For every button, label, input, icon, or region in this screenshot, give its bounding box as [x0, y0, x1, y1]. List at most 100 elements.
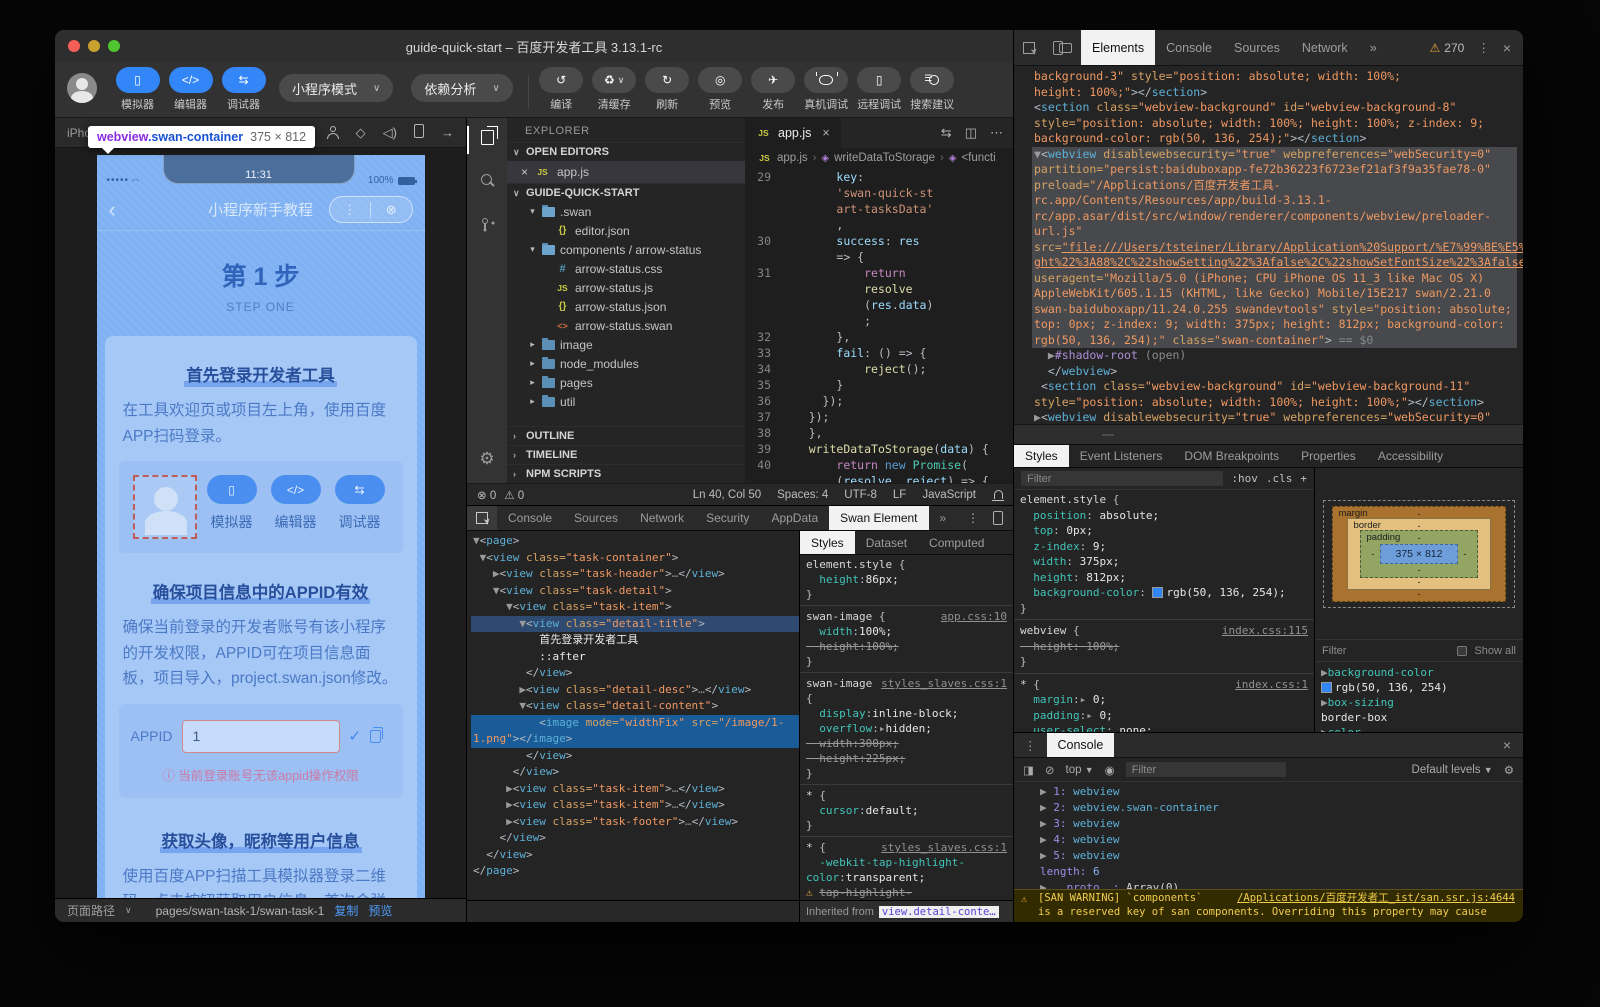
split-editor-icon[interactable]: ◫	[965, 125, 977, 141]
dom-node[interactable]: ▶#shadow-root (open)	[1032, 348, 1517, 364]
styles-tab[interactable]: Accessibility	[1367, 445, 1454, 467]
phone-tool-button[interactable]: </> 编辑器	[267, 475, 325, 532]
toolbar-view-button[interactable]: </> 编辑器	[164, 67, 217, 112]
toolbar-action-button[interactable]: 搜索建议	[906, 67, 959, 112]
style-line[interactable]: * {	[800, 784, 1013, 803]
dom-node[interactable]: ▼<webview disablewebsecurity="true" webp…	[1032, 147, 1517, 349]
devtools-tab[interactable]: »	[1359, 30, 1388, 65]
toolbar-action-button[interactable]: ↺ 编译	[535, 67, 588, 112]
toolbar-action-button[interactable]: ▯ 远程调试	[853, 67, 906, 112]
dom-node[interactable]: ▶<view class="task-footer">…</view>	[471, 814, 799, 831]
devtools-tab[interactable]: Security	[695, 506, 760, 530]
chevron-down-icon[interactable]: ∨	[125, 905, 132, 916]
computed-property[interactable]: border-box	[1321, 710, 1517, 725]
styles-tab[interactable]: Computed	[918, 531, 995, 554]
file-tree-item[interactable]: arrow-status.css	[507, 259, 745, 278]
style-line[interactable]: }	[800, 587, 1013, 602]
more-menu-icon[interactable]: ⋮	[1477, 40, 1490, 55]
gear-icon[interactable]: ⚙	[467, 449, 507, 469]
dom-node[interactable]: ::after	[471, 649, 799, 666]
style-line[interactable]: position: absolute;	[1014, 508, 1314, 524]
stylesheet-link[interactable]: styles_slaves.css:1	[881, 840, 1007, 855]
console-entry[interactable]: ▶ 1: webview	[1040, 784, 1515, 800]
indentation[interactable]: Spaces: 4	[777, 489, 828, 501]
toolbar-action-button[interactable]: ♻∨ 清缓存	[588, 67, 641, 112]
devtools-tab[interactable]: Elements	[1081, 30, 1155, 65]
dom-node[interactable]: </view>	[471, 748, 799, 765]
style-line[interactable]: top: 0px;	[1014, 523, 1314, 539]
cube-3d-icon[interactable]: ◇	[356, 125, 366, 141]
warnings-badge[interactable]: ⚠270	[1430, 41, 1465, 55]
style-line[interactable]: height:86px;	[800, 572, 1013, 587]
encoding[interactable]: UTF-8	[844, 489, 877, 501]
devtools-tab[interactable]: Console	[1155, 30, 1223, 65]
file-tree-item[interactable]: arrow-status.swan	[507, 316, 745, 335]
inspect-element-icon[interactable]	[467, 506, 497, 530]
mode-dropdown[interactable]: 小程序模式 ∨	[279, 74, 393, 102]
dom-node[interactable]: ▶<view class="detail-desc">…</view>	[471, 682, 799, 699]
minimize-window-button[interactable]	[88, 40, 100, 52]
console-entry[interactable]: ▶ 5: webview	[1040, 848, 1515, 864]
dom-node[interactable]: </page>	[471, 863, 799, 880]
style-line[interactable]: z-index: 9;	[1014, 539, 1314, 555]
devtools-tab[interactable]: »	[929, 506, 958, 530]
errors-indicator[interactable]: ⊗ 0	[477, 488, 496, 502]
styles-tab[interactable]: Event Listeners	[1069, 445, 1174, 467]
device-toolbar-icon[interactable]	[1044, 30, 1081, 65]
style-line[interactable]: user-select: none;	[1014, 723, 1314, 732]
appid-input[interactable]: 1	[182, 720, 340, 753]
stylesheet-link[interactable]: index.css:1	[1235, 677, 1308, 693]
phone-screen[interactable]: ••••• ◠ 11:31 100% ‹ 小程序新手教程	[97, 155, 425, 898]
miniapp-capsule[interactable]: ⋮ ⊗	[329, 196, 413, 223]
sound-icon[interactable]: ◁)	[383, 125, 397, 141]
close-tab-icon[interactable]: ×	[822, 126, 829, 140]
cursor-position[interactable]: Ln 40, Col 50	[693, 489, 761, 501]
style-line[interactable]: ⚠ tap-highlight- color:transparent;	[800, 885, 1013, 900]
confirm-check-icon[interactable]: ✓	[349, 727, 362, 745]
dom-node[interactable]: ▼<view class="detail-title">	[471, 616, 799, 633]
style-line[interactable]: width:100%;	[800, 624, 1013, 639]
eol[interactable]: LF	[893, 489, 906, 501]
console-entry[interactable]: ▶ 3: webview	[1040, 816, 1515, 832]
console-tab[interactable]: Console	[1047, 733, 1115, 757]
dom-node[interactable]: ▶<view class="task-item">…</view>	[471, 797, 799, 814]
computed-property[interactable]: rgb(50, 136, 254)	[1321, 680, 1517, 695]
phone-tool-button[interactable]: ⇆ 调试器	[331, 475, 389, 532]
console-entry[interactable]: ▶ 4: webview	[1040, 832, 1515, 848]
swan-element-tree[interactable]: ▼<page> ▼<view class="task-container"> ▶…	[467, 531, 799, 900]
dom-node[interactable]: </webview>	[1032, 364, 1517, 380]
devtools-tab[interactable]: Network	[629, 506, 695, 530]
new-rule-button[interactable]: +	[1300, 472, 1307, 485]
devtools-tab[interactable]: AppData	[760, 506, 829, 530]
sidebar-section[interactable]: ›NPM SCRIPTS	[507, 464, 745, 483]
explorer-icon[interactable]	[467, 130, 507, 150]
more-actions-icon[interactable]: ⋯	[990, 125, 1003, 141]
breadcrumb-item[interactable]	[1102, 434, 1114, 436]
elements-markup[interactable]: background-3" style="position: absolute;…	[1014, 66, 1523, 424]
file-tree-item[interactable]: ▸ node_modules	[507, 354, 745, 373]
dom-node[interactable]: ▶<webview disablewebsecurity="true" webp…	[1032, 410, 1517, 424]
stylesheet-link[interactable]: index.css:115	[1222, 623, 1308, 639]
style-line[interactable]: height:225px;	[800, 751, 1013, 766]
toolbar-action-button[interactable]: 真机调试	[800, 67, 853, 112]
style-line[interactable]: width:300px;	[800, 736, 1013, 751]
code-viewport[interactable]: 29 key: 'swan-quick-st art-tasksData' , …	[745, 168, 1013, 483]
computed-properties[interactable]: ▶background-color rgb(50, 136, 254)▶box-…	[1315, 662, 1523, 732]
phone-tool-button[interactable]: ▯ 模拟器	[203, 475, 261, 532]
eye-icon[interactable]: ◉	[1105, 763, 1115, 777]
close-icon[interactable]: ×	[521, 165, 528, 179]
style-line[interactable]: }	[800, 818, 1013, 833]
notifications-bell-icon[interactable]	[994, 490, 1003, 499]
devtools-tab[interactable]: Sources	[1223, 30, 1291, 65]
styles-tab[interactable]: Dataset	[855, 531, 918, 554]
dom-node[interactable]: ▶<view class="task-item">…</view>	[471, 781, 799, 798]
clear-console-icon[interactable]: ⊘	[1045, 763, 1055, 777]
style-line[interactable]: -webkit-tap-highlight- color:transparent…	[800, 855, 1013, 885]
dom-node[interactable]: background-3" style="position: absolute;…	[1032, 69, 1517, 100]
open-editor-item[interactable]: × app.js	[507, 161, 745, 183]
show-all-checkbox[interactable]	[1457, 646, 1467, 656]
inspected-image[interactable]	[133, 475, 197, 539]
more-menu-icon[interactable]: ⋮	[967, 511, 979, 525]
language-mode[interactable]: JavaScript	[922, 489, 976, 501]
collapse-panel-icon[interactable]: →	[441, 125, 454, 140]
